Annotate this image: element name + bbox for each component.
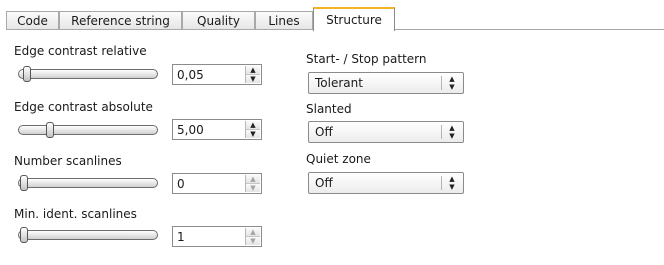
tab-quality[interactable]: Quality [182,11,255,29]
edge-contrast-absolute-value[interactable]: 5,00 [177,123,204,137]
updown-arrow-icon[interactable]: ▲ ▼ [445,124,459,140]
slider-track [18,178,158,188]
up-arrow-icon[interactable]: ▲ [246,175,260,184]
min-ident-scanlines-value[interactable]: 1 [177,230,185,244]
slider-thumb[interactable] [45,122,54,138]
slanted-label: Slanted [306,102,352,116]
spin-buttons: ▲ ▼ [245,121,260,138]
down-arrow-icon[interactable]: ▼ [246,130,260,138]
down-arrow-icon[interactable]: ▼ [246,184,260,192]
slanted-value: Off [315,125,333,139]
up-arrow-icon[interactable]: ▲ [246,66,260,75]
down-arrow-icon[interactable]: ▼ [246,75,260,83]
spin-buttons: ▲ ▼ [245,228,260,245]
edge-contrast-absolute-label: Edge contrast absolute [14,100,153,114]
edge-contrast-relative-value[interactable]: 0,05 [177,68,204,82]
combo-separator [441,76,442,90]
slider-thumb[interactable] [20,227,28,243]
tab-lines[interactable]: Lines [255,11,313,29]
spin-buttons: ▲ ▼ [245,66,260,83]
quiet-zone-value: Off [315,176,333,190]
up-arrow-icon[interactable]: ▲ [246,121,260,130]
min-ident-scanlines-slider[interactable] [18,227,158,243]
slider-track [18,125,158,135]
number-scanlines-value[interactable]: 0 [177,177,185,191]
start-stop-pattern-label: Start- / Stop pattern [306,52,427,66]
number-scanlines-slider[interactable] [18,175,158,191]
updown-arrow-icon[interactable]: ▲ ▼ [445,75,459,91]
spin-buttons: ▲ ▼ [245,175,260,192]
up-arrow-icon[interactable]: ▲ [246,228,260,237]
min-ident-scanlines-label: Min. ident. scanlines [14,207,137,221]
tab-structure[interactable]: Structure [313,7,395,31]
down-arrow-icon[interactable]: ▼ [246,237,260,245]
slider-thumb[interactable] [20,175,28,191]
number-scanlines-label: Number scanlines [14,154,122,168]
quiet-zone-select[interactable]: Off ▲ ▼ [308,172,464,194]
combo-separator [441,125,442,139]
combo-separator [441,176,442,190]
slider-track [18,230,158,240]
tab-reference-string[interactable]: Reference string [59,11,182,29]
edge-contrast-relative-spinbox[interactable]: 0,05 ▲ ▼ [172,64,262,85]
tab-bar: Code Reference string Quality Lines Stru… [6,6,664,31]
structure-panel: Edge contrast relative 0,05 ▲ ▼ Edge con… [6,30,658,255]
number-scanlines-spinbox[interactable]: 0 ▲ ▼ [172,173,262,194]
start-stop-pattern-select[interactable]: Tolerant ▲ ▼ [308,72,464,94]
tab-code[interactable]: Code [6,11,59,29]
start-stop-pattern-value: Tolerant [315,76,363,90]
quiet-zone-label: Quiet zone [306,152,371,166]
edge-contrast-relative-slider[interactable] [18,66,158,82]
min-ident-scanlines-spinbox[interactable]: 1 ▲ ▼ [172,226,262,247]
slider-thumb[interactable] [22,66,31,82]
slanted-select[interactable]: Off ▲ ▼ [308,121,464,143]
edge-contrast-absolute-spinbox[interactable]: 5,00 ▲ ▼ [172,119,262,140]
updown-arrow-icon[interactable]: ▲ ▼ [445,175,459,191]
edge-contrast-relative-label: Edge contrast relative [14,44,147,58]
slider-track [18,69,158,79]
edge-contrast-absolute-slider[interactable] [18,122,158,138]
